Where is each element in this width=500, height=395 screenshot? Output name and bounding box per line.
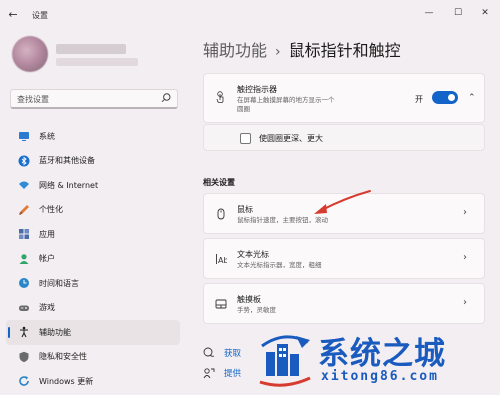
account-icon: [19, 253, 29, 264]
update-icon: [19, 376, 29, 387]
sidebar-item-label: 网络 & Internet: [39, 180, 99, 190]
back-button[interactable]: ←: [6, 8, 20, 22]
sidebar-item-apps[interactable]: 应用: [6, 222, 180, 247]
shield-icon: [19, 351, 29, 362]
system-icon: [19, 132, 29, 142]
avatar[interactable]: [12, 36, 48, 72]
chevron-right-icon: ›: [463, 252, 467, 263]
title-bar: ← 设置 — ☐ ✕: [0, 0, 500, 30]
darker-circle-option: 使圆圈更深、更大: [203, 124, 485, 151]
breadcrumb-parent-link[interactable]: 辅助功能: [203, 41, 267, 60]
touchpad-description: 手势，灵敏度: [237, 306, 276, 314]
touchpad-icon: [215, 299, 227, 309]
watermark: 系统之城 xitong86.com: [256, 322, 500, 395]
app-title: 设置: [32, 11, 48, 20]
watermark-title: 系统之城: [318, 336, 446, 372]
sidebar-item-label: 个性化: [39, 205, 63, 215]
watermark-logo-icon: [259, 335, 311, 387]
mouse-icon: [217, 208, 225, 220]
chevron-up-icon[interactable]: ⌃: [468, 93, 476, 103]
minimize-button[interactable]: —: [420, 6, 438, 20]
sidebar-item-system[interactable]: 系统: [6, 124, 180, 149]
toggle-state-label: 开: [415, 95, 423, 104]
sidebar-nav: 系统 蓝牙和其他设备 网络 & Internet 个性化 应用 帐户 时间和语言…: [6, 124, 180, 394]
touch-hand-icon: [216, 91, 224, 103]
sidebar-item-time-language[interactable]: 时间和语言: [6, 271, 180, 296]
profile-email-blurred: [56, 58, 138, 66]
feedback-label: 提供: [224, 369, 242, 379]
search-input[interactable]: 查找设置: [10, 89, 178, 109]
annotation-arrow-icon: [314, 190, 371, 214]
chevron-right-icon: ›: [463, 207, 467, 218]
sidebar-item-label: 蓝牙和其他设备: [39, 156, 95, 166]
touch-indicator-description-line2: 圆圈: [237, 105, 250, 113]
profile-name-blurred: [56, 44, 126, 54]
touch-indicator-card[interactable]: 触控指示器 在屏幕上触摸屏幕的地方显示一个 圆圈 开 ⌃: [203, 73, 485, 123]
page-title: 鼠标指针和触控: [288, 41, 401, 60]
sidebar-item-network[interactable]: 网络 & Internet: [6, 173, 180, 198]
sidebar-item-accounts[interactable]: 帐户: [6, 247, 180, 272]
text-cursor-icon: Ab: [216, 254, 227, 265]
darker-circle-checkbox[interactable]: [240, 133, 251, 144]
related-settings-heading: 相关设置: [203, 178, 235, 187]
text-cursor-description: 文本光标指示器，宽度，粗细: [237, 261, 322, 269]
touchpad-settings-link[interactable]: 触摸板 手势，灵敏度 ›: [203, 283, 485, 324]
apps-icon: [19, 229, 29, 240]
touch-indicator-title: 触控指示器: [237, 85, 277, 94]
breadcrumb-separator: ›: [275, 44, 281, 60]
clock-globe-icon: [19, 278, 29, 289]
feedback-icon: [203, 368, 215, 379]
watermark-url: xitong86.com: [321, 369, 439, 384]
sidebar-item-windows-update[interactable]: Windows 更新: [6, 369, 180, 394]
touch-indicator-description-line1: 在屏幕上触摸屏幕的地方显示一个: [237, 96, 335, 104]
get-help-label: 获取: [224, 349, 242, 359]
sidebar-item-label: 隐私和安全性: [39, 352, 87, 362]
sidebar-item-label: Windows 更新: [39, 376, 94, 386]
svg-text:Ab: Ab: [218, 256, 227, 265]
sidebar-item-bluetooth[interactable]: 蓝牙和其他设备: [6, 149, 180, 174]
breadcrumb: 辅助功能 › 鼠标指针和触控: [203, 37, 401, 61]
accessibility-icon: [20, 326, 28, 338]
sidebar-item-label: 系统: [39, 131, 55, 141]
text-cursor-settings-link[interactable]: Ab 文本光标 文本光标指示器，宽度，粗细 ›: [203, 238, 485, 279]
bluetooth-icon: [18, 155, 30, 167]
close-button[interactable]: ✕: [476, 6, 494, 20]
mouse-title: 鼠标: [237, 205, 253, 214]
brush-icon: [19, 204, 29, 215]
sidebar-item-personalization[interactable]: 个性化: [6, 198, 180, 223]
maximize-button[interactable]: ☐: [449, 6, 467, 20]
help-icon: [203, 347, 215, 357]
darker-circle-label: 使圆圈更深、更大: [259, 134, 323, 143]
sidebar-item-label: 时间和语言: [39, 278, 79, 288]
chevron-right-icon: ›: [463, 297, 467, 308]
sidebar-item-label: 辅助功能: [39, 327, 71, 337]
search-placeholder: 查找设置: [17, 95, 49, 104]
touchpad-title: 触摸板: [237, 295, 261, 304]
text-cursor-title: 文本光标: [237, 250, 269, 259]
sidebar-item-label: 应用: [39, 229, 55, 239]
gamepad-icon: [19, 305, 29, 311]
sidebar-item-accessibility[interactable]: 辅助功能: [6, 320, 180, 345]
sidebar-item-gaming[interactable]: 游戏: [6, 296, 180, 321]
sidebar-item-label: 游戏: [39, 303, 55, 313]
touch-indicator-toggle[interactable]: [432, 91, 458, 104]
sidebar-item-privacy[interactable]: 隐私和安全性: [6, 345, 180, 370]
search-icon: [161, 93, 171, 103]
sidebar-item-label: 帐户: [39, 254, 55, 264]
wifi-icon: [19, 181, 29, 190]
